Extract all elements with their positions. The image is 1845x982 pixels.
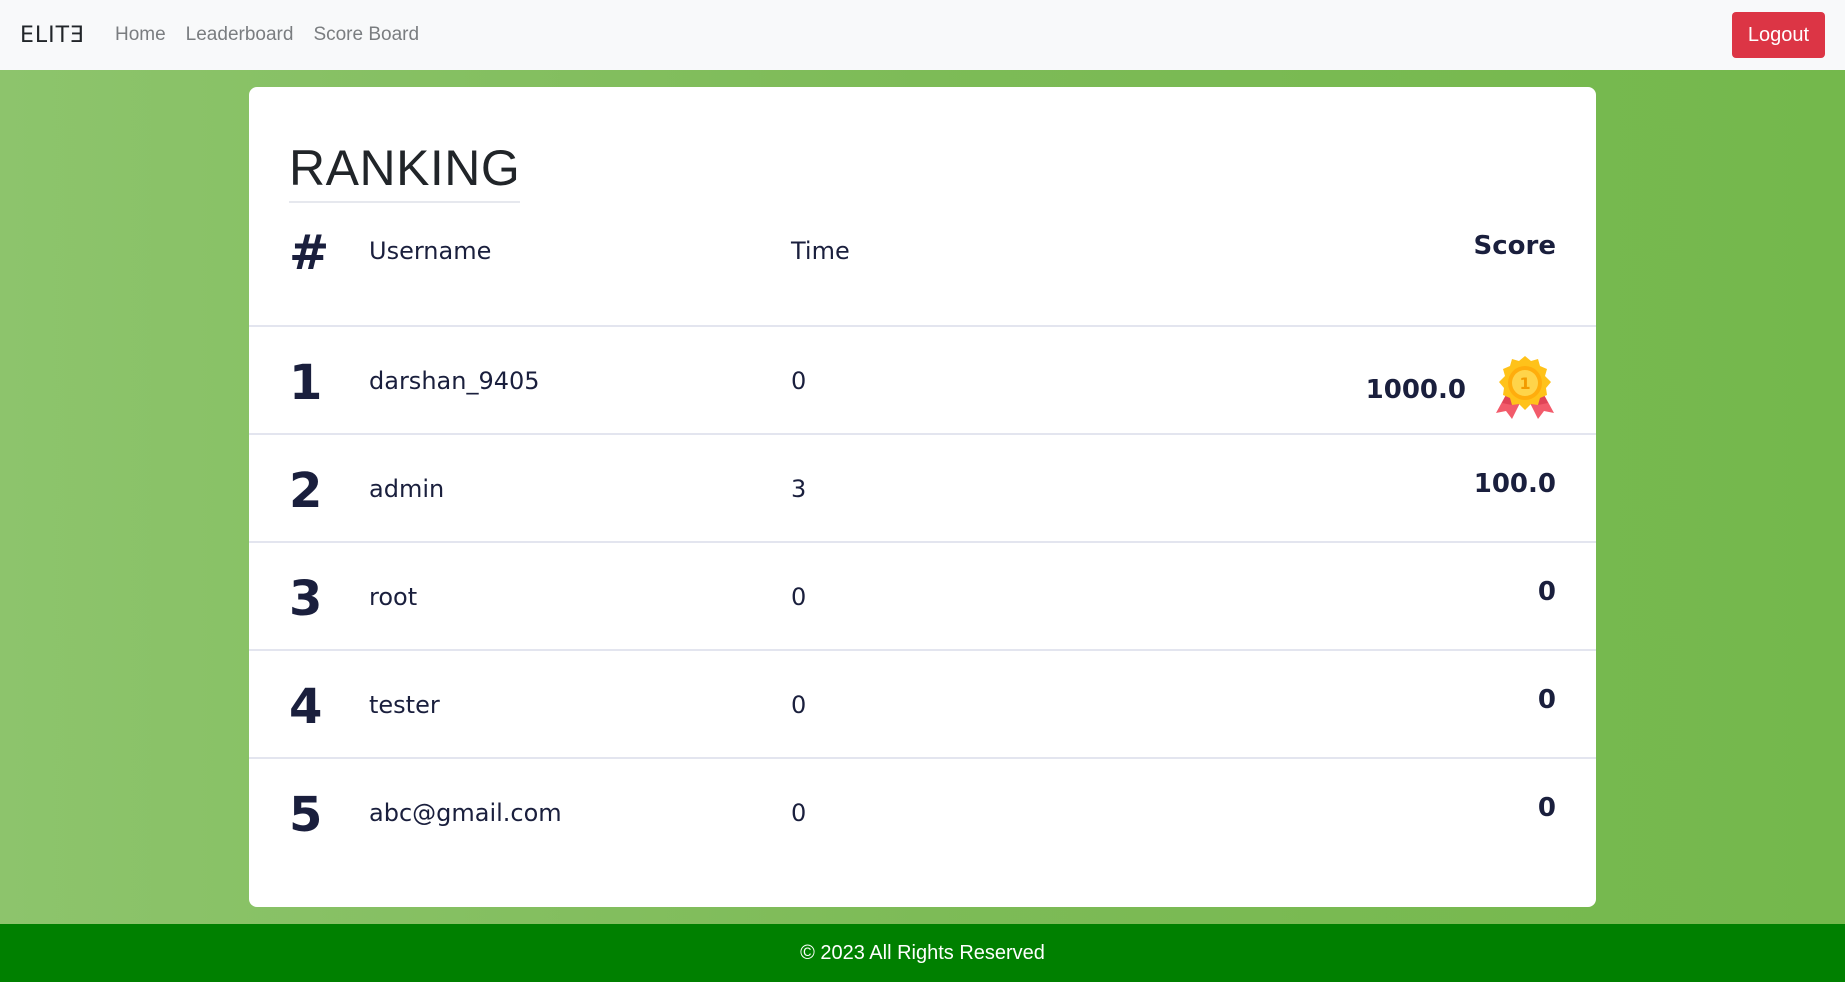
- rank-cell: 4: [289, 679, 323, 735]
- column-header-username: Username: [369, 237, 492, 265]
- column-header-time: Time: [791, 237, 850, 265]
- table-row: 4 tester 0 0: [249, 649, 1596, 757]
- rank-cell: 5: [289, 787, 323, 843]
- table-row: 1 darshan_9405 0 1000.0 1: [249, 325, 1596, 433]
- table-row: 3 root 0 0: [249, 541, 1596, 649]
- time-cell: 3: [791, 475, 807, 503]
- username-cell: admin: [369, 475, 445, 503]
- page-footer: © 2023 All Rights Reserved: [0, 924, 1845, 982]
- score-cell: 1000.0 1: [1365, 356, 1556, 419]
- username-cell: abc@gmail.com: [369, 799, 562, 827]
- nav-link-leaderboard[interactable]: Leaderboard: [186, 24, 294, 46]
- nav-link-score-board[interactable]: Score Board: [313, 24, 419, 46]
- logout-button[interactable]: Logout: [1732, 12, 1825, 58]
- ranking-table: # Username Time Score 1 darshan_9405 0 1…: [249, 225, 1596, 865]
- score-cell: 100.0: [1473, 469, 1556, 499]
- column-header-score: Score: [1473, 231, 1556, 261]
- username-cell: root: [369, 583, 418, 611]
- rank-cell: 1: [289, 355, 323, 411]
- svg-text:1: 1: [1519, 374, 1530, 393]
- page-title: RANKING: [289, 139, 521, 203]
- table-row: 2 admin 3 100.0: [249, 433, 1596, 541]
- table-header: # Username Time Score: [249, 197, 1596, 325]
- score-value: 1000.0: [1365, 375, 1466, 405]
- brand-logo[interactable]: ELITƎ: [20, 23, 85, 48]
- time-cell: 0: [791, 583, 807, 611]
- table-row: 5 abc@gmail.com 0 0: [249, 757, 1596, 865]
- column-header-rank: #: [289, 225, 330, 281]
- username-cell: tester: [369, 691, 440, 719]
- gold-medal-icon: 1: [1496, 356, 1554, 419]
- time-cell: 0: [791, 799, 807, 827]
- rank-cell: 2: [289, 463, 323, 519]
- username-cell: darshan_9405: [369, 367, 540, 395]
- rank-cell: 3: [289, 571, 323, 627]
- ranking-title-wrap: RANKING: [289, 139, 521, 203]
- time-cell: 0: [791, 691, 807, 719]
- score-cell: 0: [1537, 685, 1556, 715]
- time-cell: 0: [791, 367, 807, 395]
- nav-link-home[interactable]: Home: [115, 24, 166, 46]
- copyright-text: © 2023 All Rights Reserved: [800, 942, 1045, 964]
- top-navbar: ELITƎ Home Leaderboard Score Board Logou…: [0, 0, 1845, 70]
- score-cell: 0: [1537, 577, 1556, 607]
- ranking-card: RANKING # Username Time Score 1 darshan_…: [249, 87, 1596, 907]
- score-cell: 0: [1537, 793, 1556, 823]
